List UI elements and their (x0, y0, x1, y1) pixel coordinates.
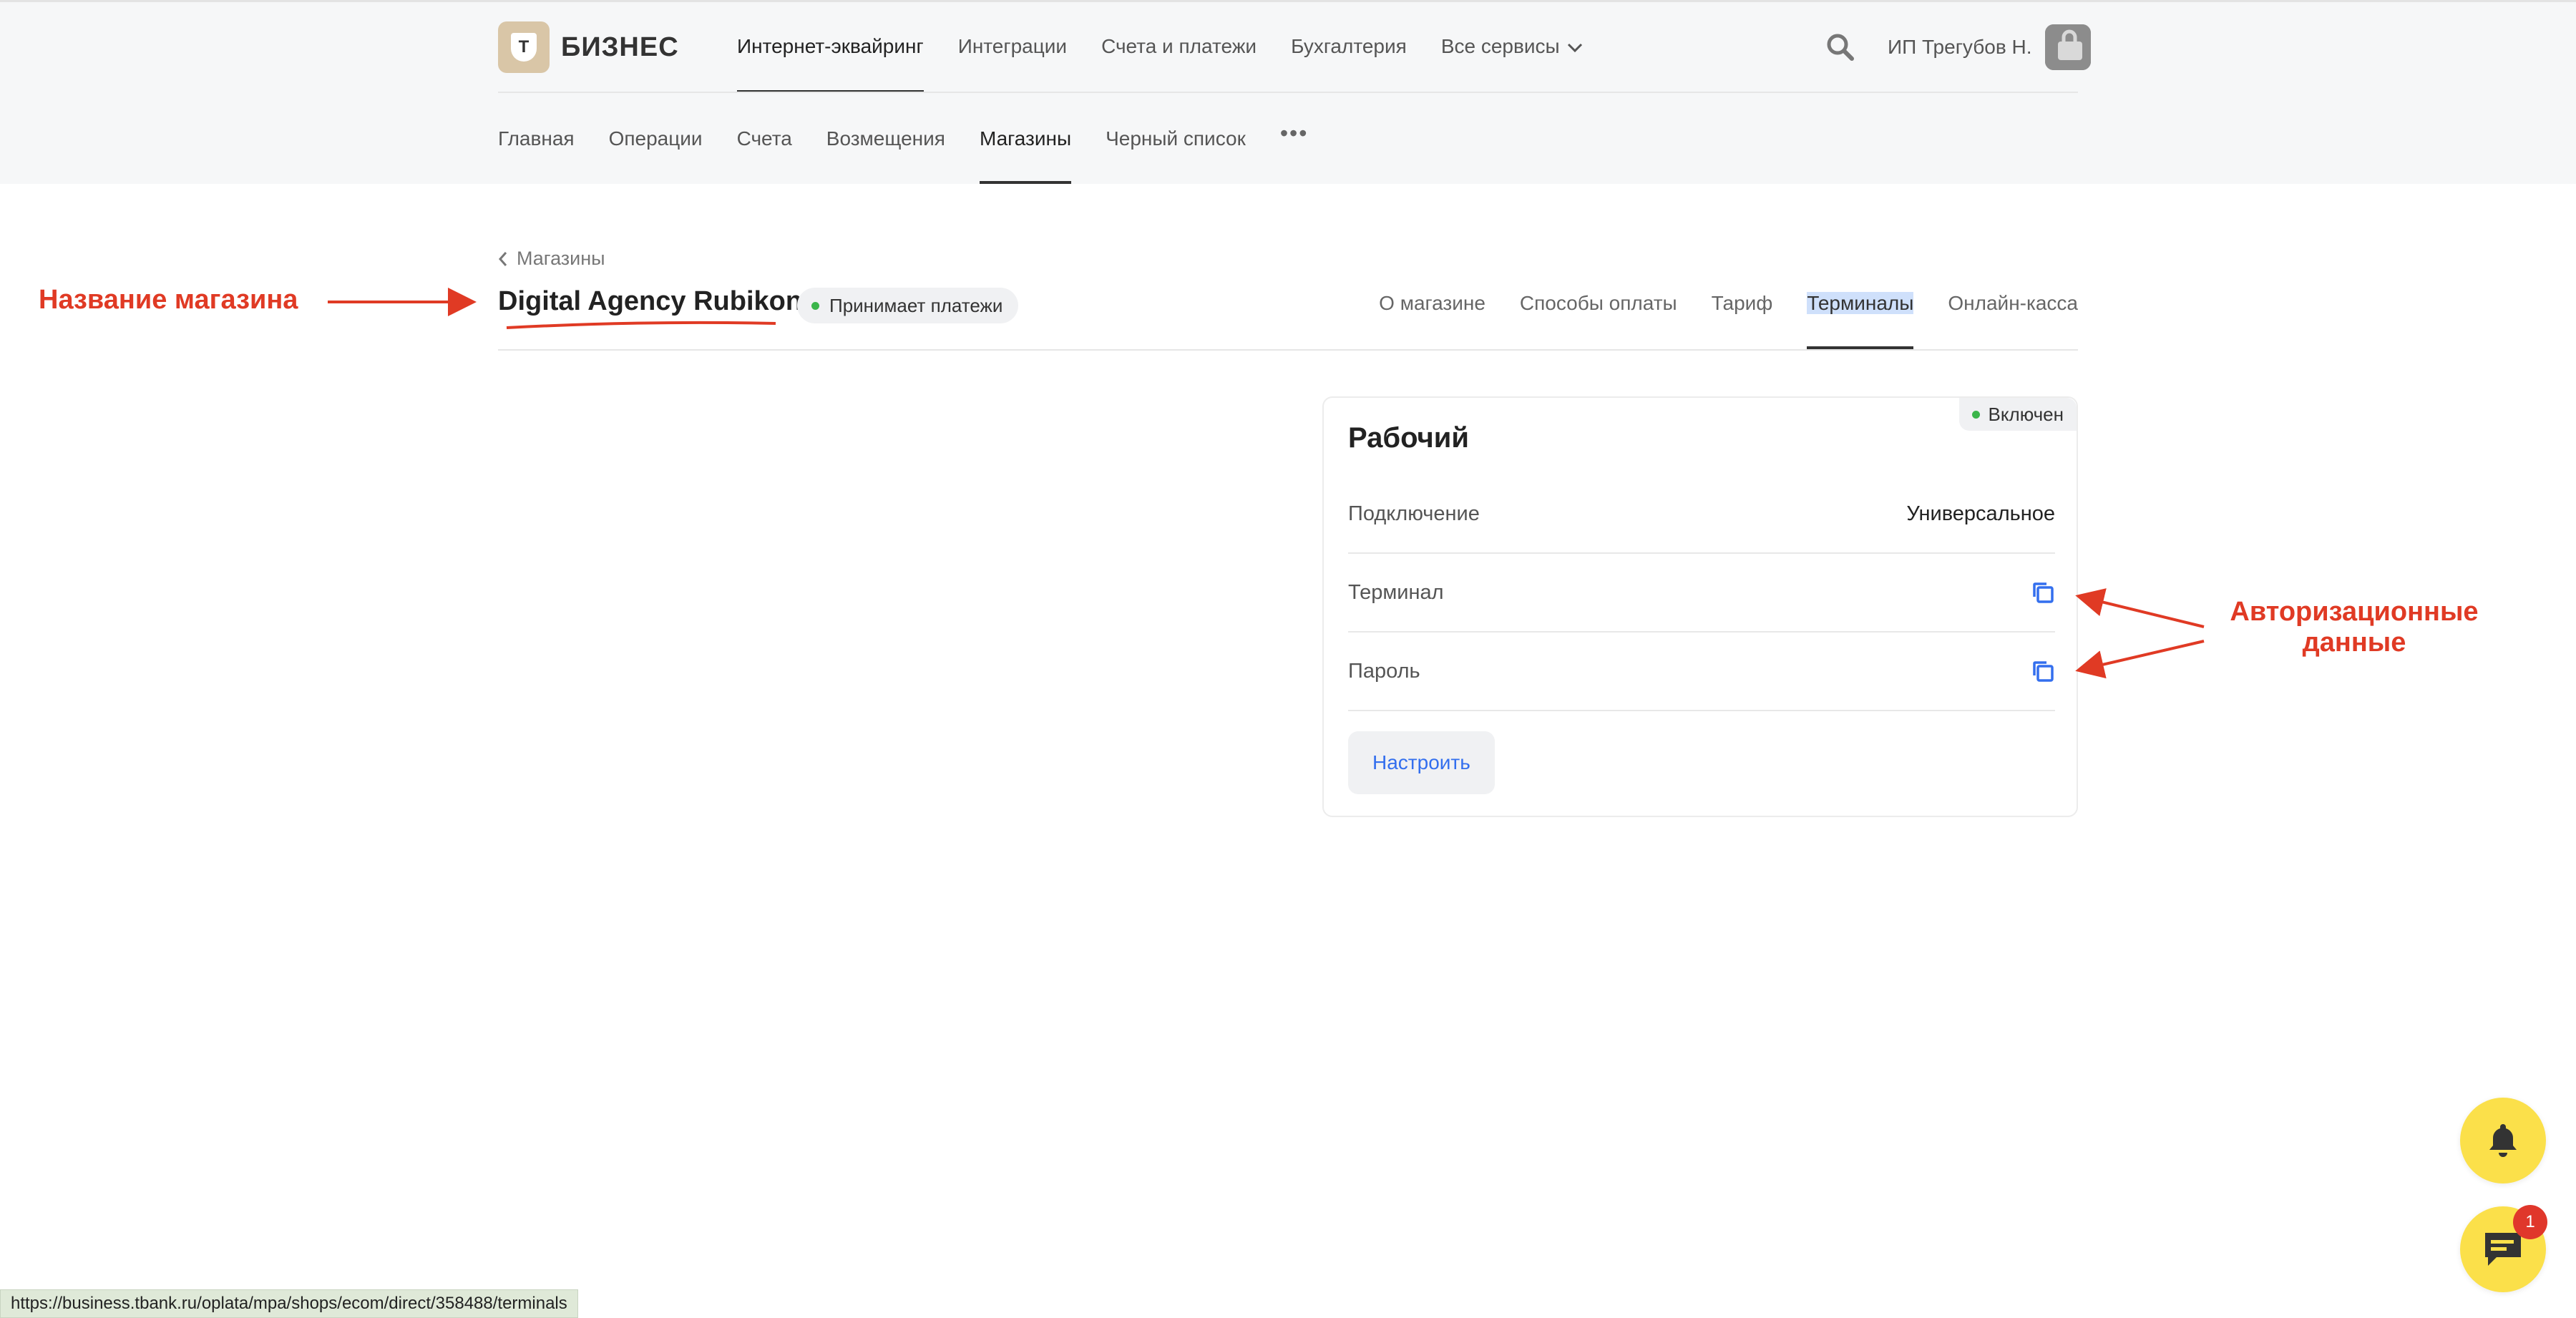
connection-value: Универсальное (1906, 502, 2055, 525)
annotation-auth-data: Авторизационные данные (2221, 597, 2487, 658)
terminal-card: Включен Рабочий Подключение Универсально… (1322, 396, 2078, 817)
tabs-divider (498, 349, 2078, 351)
logo-shield-icon: T (511, 33, 537, 62)
logo-text: БИЗНЕС (561, 31, 679, 62)
terminal-label: Терминал (1348, 580, 1444, 604)
tab-terminals-label: Терминалы (1807, 292, 1914, 314)
shop-name: Digital Agency Rubikon (498, 286, 803, 316)
main-nav-all-services-label: Все сервисы (1440, 35, 1560, 57)
tab-terminals[interactable]: Терминалы (1807, 283, 1914, 349)
tab-about-shop-label: О магазине (1379, 292, 1485, 314)
bell-icon (2489, 1124, 2517, 1157)
main-nav-integrations[interactable]: Интеграции (958, 0, 1067, 93)
copy-password-icon[interactable] (2031, 659, 2055, 683)
underline-shop-name (506, 321, 776, 329)
user-name: ИП Трегубов Н. (1888, 36, 2032, 58)
shop-tabs: О магазине Способы оплаты Тариф Терминал… (1345, 283, 2078, 349)
main-nav-all-services[interactable]: Все сервисы (1441, 0, 1583, 93)
chevron-left-icon (498, 251, 507, 266)
chat-button[interactable]: 1 (2460, 1205, 2547, 1292)
sub-nav-blacklist[interactable]: Черный список (1106, 93, 1246, 184)
password-row: Пароль (1348, 633, 2055, 711)
tab-tariff[interactable]: Тариф (1712, 283, 1773, 349)
main-nav: Интернет-эквайринг Интеграции Счета и пл… (737, 0, 1617, 93)
tab-payment-methods-label: Способы оплаты (1519, 292, 1677, 314)
logo[interactable]: T БИЗНЕС (498, 21, 679, 73)
terminal-status-dot-icon (1971, 410, 1980, 419)
search-icon[interactable] (1826, 33, 1855, 62)
tab-payment-methods[interactable]: Способы оплаты (1520, 283, 1677, 349)
sub-nav-refunds[interactable]: Возмещения (826, 93, 945, 184)
user-menu[interactable]: ИП Трегубов Н. (1888, 21, 2091, 73)
annotation-auth-line2: данные (2302, 628, 2406, 658)
arrow-to-password (2075, 640, 2205, 679)
tab-tariff-label: Тариф (1711, 292, 1773, 314)
status-dot-icon (811, 301, 819, 310)
status-url: https://business.tbank.ru/oplata/mpa/sho… (0, 1289, 578, 1318)
status-badge: Принимает платежи (797, 288, 1019, 323)
terminal-status-label: Включен (1988, 403, 2064, 425)
terminal-row: Терминал (1348, 554, 2055, 633)
notifications-button[interactable] (2460, 1098, 2546, 1183)
annotation-arrows (328, 288, 2205, 679)
password-label: Пароль (1348, 659, 1420, 683)
logo-mark: T (498, 21, 550, 73)
annotation-auth-line1: Авторизационные (2230, 597, 2479, 627)
arrow-to-terminal (2075, 588, 2205, 628)
breadcrumb[interactable]: Магазины (498, 248, 605, 270)
chevron-down-icon (1567, 35, 1583, 58)
avatar (2044, 24, 2091, 70)
tab-about-shop[interactable]: О магазине (1379, 283, 1485, 349)
terminal-title: Рабочий (1348, 422, 1469, 454)
sub-nav: Главная Операции Счета Возмещения Магази… (498, 93, 1308, 184)
tab-online-cashbox-label: Онлайн-касса (1948, 292, 2078, 314)
main-nav-internet-acquiring[interactable]: Интернет-эквайринг (737, 0, 924, 93)
sub-nav-home[interactable]: Главная (498, 93, 575, 184)
annotation-shop-name: Название магазина (39, 285, 298, 315)
terminal-status-badge: Включен (1958, 398, 2077, 431)
connection-row: Подключение Универсальное (1348, 475, 2055, 554)
breadcrumb-label: Магазины (517, 248, 605, 269)
copy-terminal-icon[interactable] (2031, 580, 2055, 605)
chat-badge: 1 (2513, 1205, 2547, 1239)
main-nav-accounting[interactable]: Бухгалтерия (1291, 0, 1407, 93)
sub-nav-accounts[interactable]: Счета (737, 93, 792, 184)
more-icon[interactable]: ••• (1280, 88, 1309, 179)
connection-label: Подключение (1348, 502, 1480, 525)
status-badge-label: Принимает платежи (829, 294, 1003, 316)
configure-button[interactable]: Настроить (1348, 731, 1495, 794)
tab-online-cashbox[interactable]: Онлайн-касса (1948, 283, 2078, 349)
sub-nav-operations[interactable]: Операции (609, 93, 703, 184)
sub-nav-shops[interactable]: Магазины (979, 93, 1072, 184)
main-nav-invoices[interactable]: Счета и платежи (1101, 0, 1257, 93)
